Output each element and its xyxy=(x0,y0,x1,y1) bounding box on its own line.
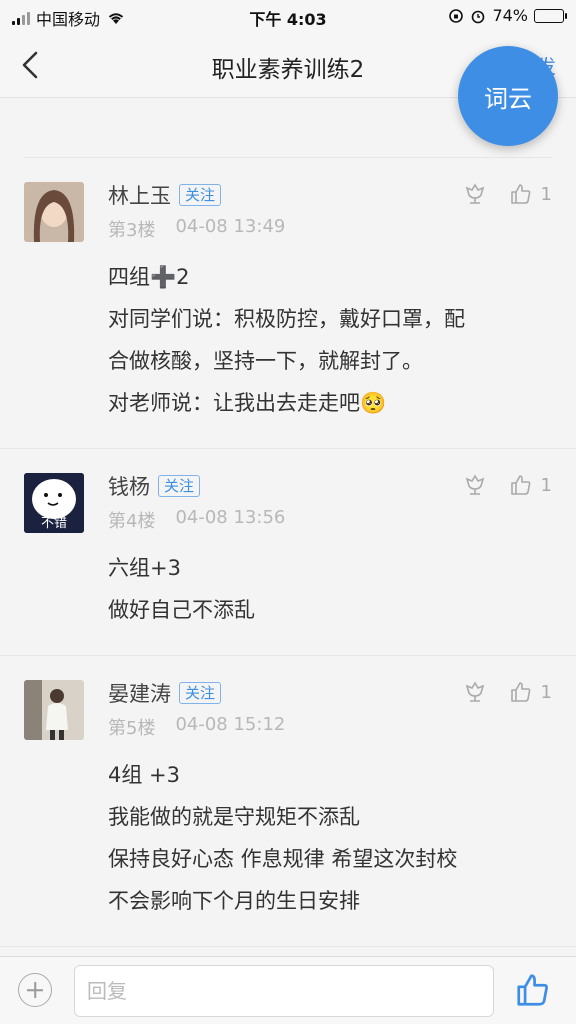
add-attachment-button[interactable] xyxy=(18,973,52,1007)
floor-label: 第4楼 xyxy=(108,511,156,532)
avatar[interactable] xyxy=(24,680,84,740)
post-content: 4组 +3 我能做的就是守规矩不添乱 保持良好心态 作息规律 希望这次封校 不会… xyxy=(108,754,552,922)
alarm-icon xyxy=(472,10,485,23)
floor-label: 第5楼 xyxy=(108,718,156,739)
follow-button[interactable]: 关注 xyxy=(179,682,222,704)
content-line: 合做核酸，坚持一下，就解封了。 xyxy=(108,349,423,373)
user-name[interactable]: 晏建涛 xyxy=(108,678,171,708)
reply-list: 林上玉 关注 第3楼 04-08 13:49 四组➕2 对同学们说：积极防控，戴… xyxy=(0,98,576,947)
follow-button[interactable]: 关注 xyxy=(179,184,222,206)
floor-label: 第3楼 xyxy=(108,220,156,241)
follow-button[interactable]: 关注 xyxy=(158,475,201,497)
avatar[interactable] xyxy=(24,182,84,242)
flower-icon[interactable] xyxy=(463,473,487,497)
post-time: 04-08 13:56 xyxy=(175,507,286,528)
post-time: 04-08 13:49 xyxy=(175,216,286,237)
thumbs-up-button[interactable] xyxy=(514,971,552,1009)
content-line: 六组+3 xyxy=(108,556,181,580)
avatar[interactable]: 不错 xyxy=(24,473,84,533)
like-count: 1 xyxy=(540,183,552,205)
thumbs-up-icon xyxy=(510,682,530,702)
content-line: 四组➕2 xyxy=(108,265,190,289)
flower-icon[interactable] xyxy=(463,182,487,206)
like-button[interactable]: 1 xyxy=(509,473,552,497)
post-time: 04-08 15:12 xyxy=(175,714,286,735)
avatar-text: 不错 xyxy=(41,516,67,531)
content-line: 做好自己不添乱 xyxy=(108,598,255,622)
content-line: 我能做的就是守规矩不添乱 xyxy=(108,805,360,829)
thumbs-up-icon xyxy=(510,184,530,204)
status-bar: 中国移动 下午 4:03 74% xyxy=(0,0,576,32)
list-item: 不错 钱杨 关注 第4楼 04-08 13:56 六组+3 做好自己不添乱 1 xyxy=(0,449,576,656)
content-line: 4组 +3 xyxy=(108,763,180,787)
like-count: 1 xyxy=(540,681,552,703)
orientation-lock-icon xyxy=(449,8,464,23)
user-name[interactable]: 林上玉 xyxy=(108,180,171,210)
content-line: 对老师说：让我出去走走吧🥺 xyxy=(108,391,387,415)
post-content: 四组➕2 对同学们说：积极防控，戴好口罩，配 合做核酸，坚持一下，就解封了。 对… xyxy=(108,256,552,424)
content-line: 保持良好心态 作息规律 希望这次封校 xyxy=(108,847,458,871)
like-count: 1 xyxy=(540,474,552,496)
list-item: 林上玉 关注 第3楼 04-08 13:49 四组➕2 对同学们说：积极防控，戴… xyxy=(0,158,576,449)
post-content: 六组+3 做好自己不添乱 xyxy=(108,547,552,631)
user-name[interactable]: 钱杨 xyxy=(108,471,150,501)
like-button[interactable]: 1 xyxy=(509,182,552,206)
status-right: 74% xyxy=(448,6,567,25)
battery-percent: 74% xyxy=(492,6,528,25)
content-line: 对同学们说：积极防控，戴好口罩，配 xyxy=(108,307,465,331)
reply-input[interactable] xyxy=(74,965,494,1017)
thumbs-up-icon xyxy=(510,475,530,495)
content-line: 不会影响下个月的生日安排 xyxy=(108,889,360,913)
reply-bar xyxy=(0,956,576,1024)
like-button[interactable]: 1 xyxy=(509,680,552,704)
flower-icon[interactable] xyxy=(463,680,487,704)
word-cloud-button[interactable]: 词云 xyxy=(458,46,558,146)
list-item: 晏建涛 关注 第5楼 04-08 15:12 4组 +3 我能做的就是守规矩不添… xyxy=(0,656,576,947)
battery-icon xyxy=(534,8,567,23)
